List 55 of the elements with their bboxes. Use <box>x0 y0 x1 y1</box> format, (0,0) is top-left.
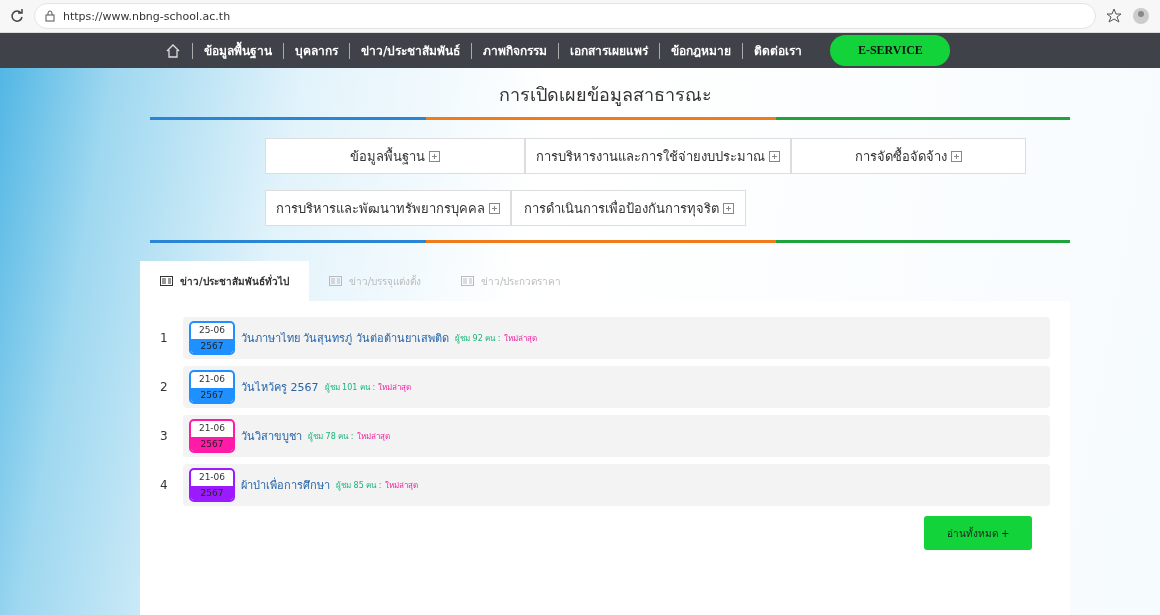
reload-icon[interactable] <box>10 9 24 23</box>
item-number: 1 <box>160 331 169 345</box>
view-count: ผู้ชม 92 คน : <box>455 332 501 345</box>
news-card[interactable]: 21-06 2567 วันวิสาขบูชา ผู้ชม 78 คน : ใหม่ล่าสุด <box>183 415 1050 457</box>
date-badge: 21-06 2567 <box>189 468 235 502</box>
date-badge: 21-06 2567 <box>189 370 235 404</box>
expand-icon <box>951 150 962 162</box>
lock-icon <box>45 10 55 22</box>
view-count: ผู้ชม 78 คน : <box>308 430 354 443</box>
date-badge: 21-06 2567 <box>189 419 235 453</box>
url-text: https://www.nbng-school.ac.th <box>63 9 231 23</box>
disclosure-category[interactable]: การบริหารและพัฒนาทรัพยากรบุคคล <box>265 190 511 226</box>
read-all-button[interactable]: อ่านทั้งหมด + <box>924 516 1032 550</box>
news-title[interactable]: วันภาษาไทย วันสุนทรภู่ วันต่อต้านยาเสพติด <box>241 329 449 347</box>
nav-link[interactable]: บุคลากร <box>295 41 338 60</box>
news-title[interactable]: วันไหว้ครู 2567 <box>241 378 319 396</box>
news-title[interactable]: วันวิสาขบูชา <box>241 427 302 445</box>
new-label: ใหม่ล่าสุด <box>384 479 418 492</box>
e-service-button[interactable]: E-SERVICE <box>830 35 951 66</box>
news-tab[interactable]: ข่าว/ประชาสัมพันธ์ทั่วไป <box>140 261 309 301</box>
nav-link[interactable]: ข้อมูลพื้นฐาน <box>204 41 272 60</box>
newspaper-icon <box>328 276 342 286</box>
expand-icon <box>769 150 780 162</box>
new-label: ใหม่ล่าสุด <box>378 381 412 394</box>
star-icon[interactable] <box>1106 8 1122 24</box>
nav-link[interactable]: ติดต่อเรา <box>754 41 803 60</box>
news-card[interactable]: 25-06 2567 วันภาษาไทย วันสุนทรภู่ วันต่อต้านยาเสพติด ผู้ชม 92 คน : ใหม่ล่าสุด <box>183 317 1050 359</box>
new-label: ใหม่ล่าสุด <box>503 332 537 345</box>
item-number: 4 <box>160 478 169 492</box>
disclosure-category[interactable]: การจัดซื้อจัดจ้าง <box>791 138 1026 174</box>
nav-link[interactable]: ข่าว/ประชาสัมพันธ์ <box>361 41 461 60</box>
newspaper-icon <box>461 276 475 286</box>
news-card[interactable]: 21-06 2567 วันไหว้ครู 2567 ผู้ชม 101 คน : ใหม่ล่าสุด <box>183 366 1050 408</box>
address-bar[interactable]: https://www.nbng-school.ac.th <box>34 3 1096 29</box>
disclosure-category[interactable]: การดำเนินการเพื่อป้องกันการทุจริต <box>511 190 746 226</box>
nav-link[interactable]: เอกสารเผยแพร่ <box>570 41 649 60</box>
disclosure-category[interactable]: ข้อมูลพื้นฐาน <box>265 138 525 174</box>
expand-icon <box>429 150 440 162</box>
date-badge: 25-06 2567 <box>189 321 235 355</box>
expand-icon <box>489 202 500 214</box>
news-card[interactable]: 21-06 2567 ผ้าป่าเพื่อการศึกษา ผู้ชม 85 คน : ใหม่ล่าสุด <box>183 464 1050 506</box>
home-icon[interactable] <box>165 42 181 59</box>
new-label: ใหม่ล่าสุด <box>356 430 390 443</box>
newspaper-icon <box>160 276 173 286</box>
news-title[interactable]: ผ้าป่าเพื่อการศึกษา <box>241 476 330 494</box>
nav-link[interactable]: ข้อกฎหมาย <box>671 41 732 60</box>
view-count: ผู้ชม 101 คน : <box>324 381 376 394</box>
profile-icon[interactable] <box>1132 7 1150 25</box>
item-number: 3 <box>160 429 169 443</box>
disclosure-category[interactable]: การบริหารงานและการใช้จ่ายงบประมาณ <box>525 138 791 174</box>
view-count: ผู้ชม 85 คน : <box>336 479 382 492</box>
nav-link[interactable]: ภาพกิจกรรม <box>483 41 548 60</box>
expand-icon <box>722 202 734 214</box>
item-number: 2 <box>160 380 169 394</box>
section-title: การเปิดเผยข้อมูลสาธารณะ <box>497 83 713 108</box>
